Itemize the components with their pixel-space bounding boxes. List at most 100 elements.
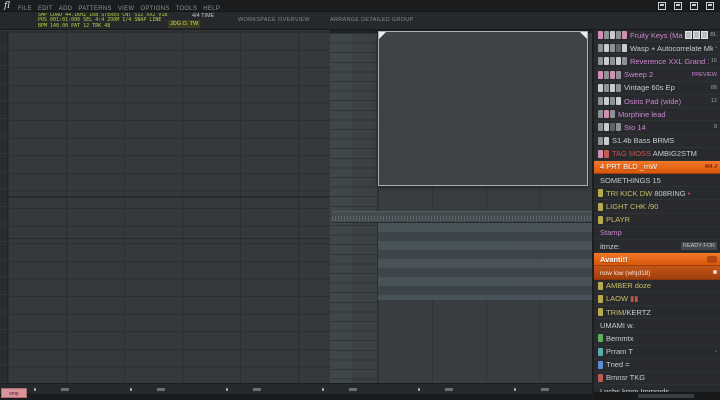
menu-item-edit[interactable]: EDIT [38, 6, 53, 12]
row-label: Stamp [600, 228, 717, 237]
browser-row[interactable]: Tned = [594, 359, 720, 372]
row-type-icon [598, 281, 603, 290]
grid-icon[interactable] [658, 1, 666, 10]
row-handle-icon[interactable] [707, 255, 717, 263]
row-label-segment: UMAMI w. [600, 320, 635, 330]
browser-row[interactable]: UMAMI w. [594, 319, 720, 333]
wrench-icon[interactable] [690, 1, 698, 10]
row-type-icon [610, 110, 615, 119]
row-type-icon [598, 373, 603, 382]
row-type-icon [604, 31, 609, 40]
main-area [0, 30, 592, 383]
toolbar-group-2[interactable]: ARRANGE DETAILED GROUP [330, 17, 414, 23]
menu-item-file[interactable]: FILE [18, 6, 32, 12]
row-label-segment: Bemmtx [606, 333, 634, 343]
row-type-icon [622, 57, 627, 66]
row-label-segment: AMBER doze [606, 281, 652, 291]
browser-row[interactable]: TAG MOSS AMBIG2STM [594, 148, 720, 161]
row-label-segment: 808RING [652, 188, 686, 198]
row-type-icon [598, 215, 603, 224]
cable-icon[interactable] [674, 1, 682, 10]
row-badge: 4/4 J [704, 163, 717, 170]
piano-roll[interactable] [330, 30, 592, 383]
row-type-icon [604, 83, 609, 92]
sample-badge[interactable]: smp [1, 388, 27, 398]
horizontal-scrollbar[interactable] [0, 383, 592, 394]
timeline-ruler[interactable] [332, 211, 592, 223]
piano-keys-column[interactable] [330, 33, 378, 383]
row-type-icon [610, 83, 615, 92]
menu-item-add[interactable]: ADD [59, 6, 73, 12]
row-type-icon [598, 334, 603, 343]
browser-row[interactable]: PLAYR [594, 214, 720, 227]
row-label: 4 PRT BLD _mW [600, 162, 703, 171]
row-label-segment: AMBIG2STM [651, 149, 697, 159]
row-label-segment: Osiris Pad (wide) [624, 96, 682, 106]
browser-row[interactable]: Lnchs kmm Immmds [594, 385, 720, 392]
row-badge: ▫ [715, 45, 717, 52]
browser-row[interactable]: Sto 14 8 [594, 121, 720, 135]
menu-item-patterns[interactable]: PATTERNS [78, 6, 112, 12]
row-badge: 88 [710, 84, 717, 91]
row-type-icon [616, 31, 621, 40]
row-label: Bemmtx [606, 334, 717, 343]
plugin-window[interactable] [378, 31, 588, 186]
browser-row[interactable]: S1.4b Bass BRMS [594, 135, 720, 148]
track-rail[interactable] [0, 30, 8, 383]
row-type-icon [598, 189, 603, 198]
toolbar-group-1[interactable]: WORKSPACE OVERVIEW [238, 17, 310, 23]
browser-row[interactable]: Morphine lead [594, 108, 720, 122]
browser-row[interactable]: TRIM/KERTZ [594, 306, 720, 320]
browser-row[interactable]: SOMETHINGS 15 [594, 174, 720, 188]
browser-row[interactable]: now low (wh|d18) [594, 266, 720, 280]
menu-item-view[interactable]: VIEW [118, 6, 135, 12]
browser-list: Fruity Keys (Master) 2-Osc BL Wasp + Autoc… [594, 29, 720, 392]
browser-row[interactable]: Wasp + Autocorrelate Mk2 ▫ [594, 42, 720, 56]
menu-item-options[interactable]: OPTIONS [140, 6, 169, 12]
browser-row[interactable]: Bmnsr TKG [594, 372, 720, 386]
row-label-segment: SOMETHINGS 15 [600, 175, 661, 185]
browser-row[interactable]: Prram T ▫ [594, 346, 720, 359]
browser-row[interactable]: itmze: READY FOR [594, 240, 720, 254]
browser-row[interactable]: Sweep 2 PREVIEW [594, 69, 720, 82]
row-label-segment: TAG MOSS [612, 149, 652, 159]
row-label: TRIM/KERTZ [606, 308, 717, 317]
browser-row-selected[interactable]: 4 PRT BLD _mW 4/4 J [594, 160, 720, 175]
row-label-segment: Avanti!! [600, 254, 628, 264]
browser-row-selected[interactable]: Avanti!! [594, 253, 720, 267]
row-type-icon [616, 123, 621, 132]
footer-handle[interactable] [638, 394, 694, 398]
row-type-icon [610, 44, 615, 53]
browser-row[interactable]: LIGHT CHK /90 [594, 200, 720, 214]
browser-row[interactable]: Stamp [594, 227, 720, 240]
browser-row[interactable]: Bemmtx [594, 332, 720, 346]
playlist-grid[interactable] [8, 30, 330, 383]
browser-row[interactable]: Fruity Keys (Master) 2-Osc BL [594, 29, 720, 43]
menu-item-help[interactable]: HELP [203, 6, 220, 12]
row-label-segment: Prram T [606, 347, 633, 357]
row-label: LIGHT CHK /90 [606, 202, 717, 211]
browser-row[interactable]: Osiris Pad (wide) 12 [594, 95, 720, 109]
browser-row[interactable]: AMBER doze [594, 280, 720, 293]
row-label: Tned = [606, 360, 717, 369]
row-type-icon [604, 97, 609, 106]
row-type-icon [598, 70, 603, 79]
row-label: Wasp + Autocorrelate Mk2 [630, 44, 713, 53]
browser-row[interactable]: Reverence XXL Grand 170bpm16 [594, 55, 720, 69]
browser-row[interactable]: TRI KICK DW 808RING ▪ [594, 187, 720, 201]
row-label-segment: Tned = [606, 360, 630, 370]
note-range-stripes [378, 223, 592, 300]
browser-row[interactable]: LAOW ▮▮ [594, 293, 720, 306]
note-icon[interactable] [706, 1, 714, 10]
row-type-icon [604, 149, 609, 158]
menu-items: FILE EDIT ADD PATTERNS VIEW OPTIONS TOOLS HELP [18, 0, 226, 15]
row-type-icon [598, 31, 603, 40]
time-chip[interactable]: JDG O. TW [168, 20, 201, 28]
row-type-icon [616, 70, 621, 79]
row-type-icon [598, 308, 603, 317]
menu-item-tools[interactable]: TOOLS [176, 6, 198, 12]
browser-footer [594, 392, 720, 400]
browser-row[interactable]: Vintage 60s Ep 88 [594, 82, 720, 95]
row-type-icon [616, 44, 621, 53]
row-type-icon [598, 360, 603, 369]
